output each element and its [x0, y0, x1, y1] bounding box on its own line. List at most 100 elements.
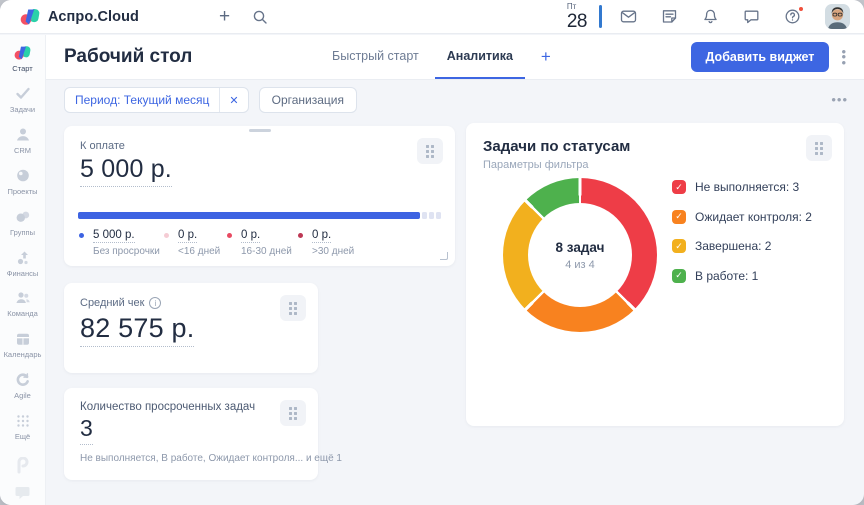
info-icon[interactable]: i: [149, 297, 161, 309]
widget-drag-handle[interactable]: [417, 138, 443, 164]
legend-item: 0 р. <16 дней: [164, 229, 227, 257]
legend-item: 5 000 р. Без просрочки: [79, 229, 164, 257]
brand[interactable]: Аспро.Cloud: [20, 8, 139, 26]
drag-dots-icon: [426, 145, 434, 158]
checkbox-icon[interactable]: ✓: [672, 239, 686, 253]
search-button[interactable]: [252, 9, 268, 25]
ghost-icon-2: [14, 484, 32, 505]
mail-icon: [620, 8, 637, 25]
widget-drag-handle[interactable]: [280, 295, 306, 321]
team-icon: [15, 289, 31, 306]
tab-analytics[interactable]: Аналитика: [435, 35, 525, 79]
calendar-date[interactable]: Пт 28: [567, 3, 587, 31]
avatar[interactable]: [825, 4, 850, 29]
notes-button[interactable]: [659, 6, 680, 27]
aspro-logo-icon: [20, 8, 40, 26]
donut-subtotal: 4 из 4: [565, 259, 595, 271]
sidebar-item-groups[interactable]: Группы: [0, 208, 45, 249]
period-filter-chip: Период: Текущий месяц ✕: [64, 87, 249, 113]
sidebar-item-calendar[interactable]: Календарь: [0, 330, 45, 371]
notes-icon: [661, 8, 678, 25]
sidebar-item-tasks[interactable]: Задачи: [0, 85, 45, 126]
topbar-divider: [599, 5, 602, 28]
tasks-icon: [15, 85, 31, 102]
widget-title: Количество просроченных задач: [80, 401, 302, 413]
legend-dot: [298, 233, 303, 238]
filter-params-link[interactable]: Параметры фильтра: [483, 159, 827, 171]
checkbox-icon[interactable]: ✓: [672, 210, 686, 224]
legend-row-completed[interactable]: ✓ Завершена: 2: [672, 239, 812, 253]
crm-icon: [15, 126, 31, 143]
chat-button[interactable]: [741, 6, 762, 27]
legend-dot: [79, 233, 84, 238]
period-filter-close-icon[interactable]: ✕: [219, 88, 247, 112]
tab-quick-start[interactable]: Быстрый старт: [320, 35, 431, 79]
widget-title: Задачи по статусам: [483, 138, 827, 155]
filter-row: Период: Текущий месяц ✕ Организация •••: [46, 87, 864, 113]
add-tab-button[interactable]: +: [529, 35, 563, 79]
sidebar-item-projects[interactable]: Проекты: [0, 167, 45, 208]
bell-icon: [702, 8, 719, 25]
groups-icon: [15, 208, 31, 225]
page-title: Рабочий стол: [64, 46, 192, 68]
drag-dots-icon: [815, 142, 823, 155]
widget-drag-handle[interactable]: [806, 135, 832, 161]
projects-icon: [15, 167, 31, 184]
to-pay-progress-bar: [78, 212, 441, 219]
status-legend: ✓ Не выполняется: 3 ✓ Ожидает контроля: …: [672, 180, 812, 283]
sidebar-item-crm[interactable]: CRM: [0, 126, 45, 167]
add-widget-button[interactable]: Добавить виджет: [691, 42, 830, 72]
widget-tasks-by-status: Задачи по статусам Параметры фильтра 8 з…: [466, 123, 844, 426]
legend-row-awaiting-control[interactable]: ✓ Ожидает контроля: 2: [672, 210, 812, 224]
sidebar: Старт Задачи CRM: [0, 35, 46, 505]
notifications-button[interactable]: [700, 6, 721, 27]
widget-overdue-tasks: Количество просроченных задач 3 Не выпол…: [64, 388, 318, 480]
checkbox-icon[interactable]: ✓: [672, 269, 686, 283]
widget-to-pay: К оплате 5 000 р. 5 000 р. Без просрочки: [64, 126, 455, 266]
topbar: Аспро.Cloud + Пт 28: [0, 0, 864, 34]
progress-fill: [78, 212, 420, 219]
legend-row-in-progress[interactable]: ✓ В работе: 1: [672, 269, 812, 283]
app-window: Аспро.Cloud + Пт 28: [0, 0, 864, 505]
legend-item: 0 р. >30 дней: [298, 229, 354, 257]
widget-drag-handle[interactable]: [280, 400, 306, 426]
donut-total: 8 задач: [556, 240, 605, 255]
status-donut-chart[interactable]: 8 задач 4 из 4: [503, 178, 657, 332]
help-button[interactable]: [782, 6, 803, 27]
sidebar-item-start[interactable]: Старт: [0, 44, 45, 85]
page-menu-button[interactable]: •••: [835, 45, 852, 69]
search-icon: [252, 9, 268, 25]
create-button[interactable]: +: [219, 7, 230, 26]
legend-item: 0 р. 16-30 дней: [227, 229, 298, 257]
to-pay-legend: 5 000 р. Без просрочки 0 р. <16 дней 0 р…: [79, 229, 354, 257]
start-icon: [14, 44, 31, 61]
widget-title: Средний чек: [80, 297, 144, 309]
overdue-count-value[interactable]: 3: [80, 415, 302, 445]
legend-dot: [227, 233, 232, 238]
brand-name: Аспро.Cloud: [48, 9, 139, 25]
sidebar-item-agile[interactable]: Agile: [0, 371, 45, 412]
sidebar-item-team[interactable]: Команда: [0, 289, 45, 330]
calendar-icon: [15, 330, 31, 347]
overdue-statuses-note: Не выполняется, В работе, Ожидает контро…: [80, 453, 302, 464]
widget-average-check: Средний чек i 82 575 р.: [64, 283, 318, 373]
ghost-icon-1: [14, 457, 32, 480]
legend-row-not-performed[interactable]: ✓ Не выполняется: 3: [672, 180, 812, 194]
date-weekday: Пт: [567, 3, 576, 11]
drag-dots-icon: [289, 302, 297, 315]
to-pay-value[interactable]: 5 000 р.: [80, 155, 439, 187]
checkbox-icon[interactable]: ✓: [672, 180, 686, 194]
dashboard-tabs: Быстрый старт Аналитика +: [320, 35, 563, 79]
date-day: 28: [567, 12, 587, 31]
donut-center: 8 задач 4 из 4: [528, 203, 632, 307]
finance-icon: [15, 249, 31, 266]
average-check-value[interactable]: 82 575 р.: [80, 313, 302, 347]
organization-filter-chip[interactable]: Организация: [259, 87, 357, 113]
mail-button[interactable]: [618, 6, 639, 27]
sidebar-item-more[interactable]: Ещё: [0, 412, 45, 453]
widget-resize-handle[interactable]: [440, 252, 448, 260]
sidebar-item-finance[interactable]: Финансы: [0, 249, 45, 290]
notification-dot: [798, 6, 804, 12]
period-filter-label[interactable]: Период: Текущий месяц: [65, 93, 219, 107]
drag-dots-icon: [289, 407, 297, 420]
